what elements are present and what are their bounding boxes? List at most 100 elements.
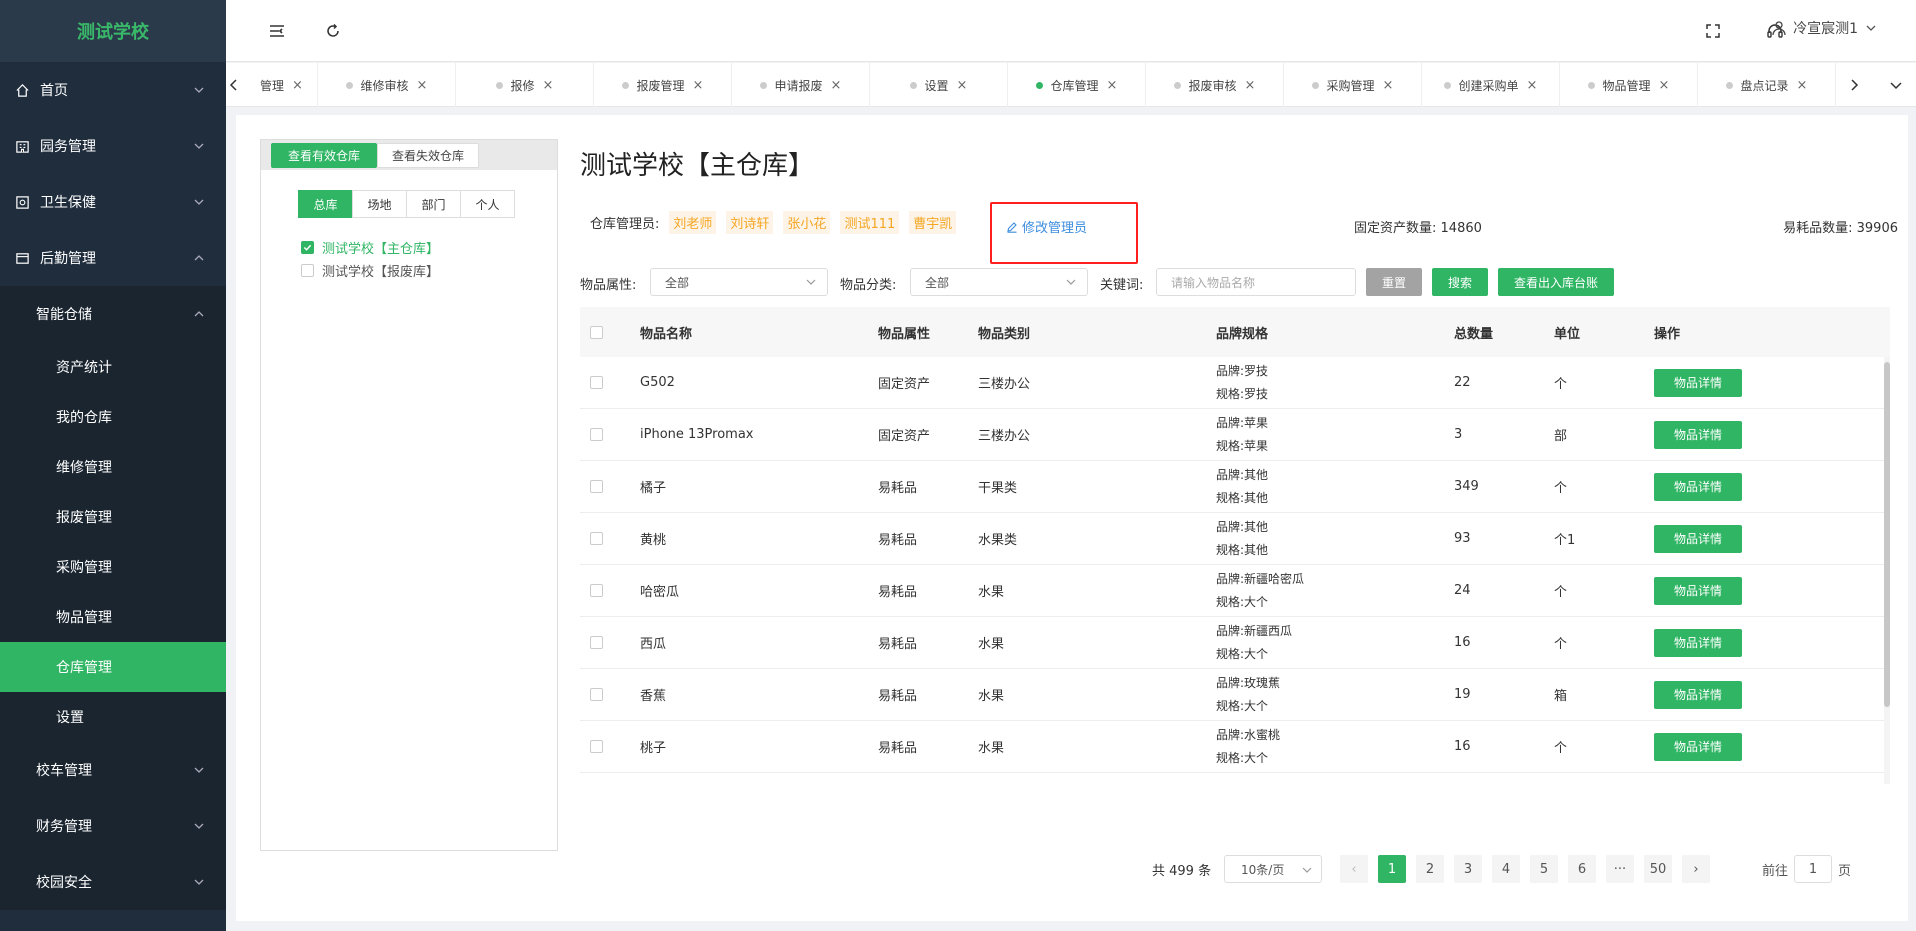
tab-item[interactable]: 创建采购单 ×	[1422, 63, 1560, 107]
page-number[interactable]: 5	[1530, 855, 1558, 883]
close-icon[interactable]: ×	[417, 78, 428, 93]
sidebar-item-logistics[interactable]: 后勤管理	[0, 230, 226, 286]
close-icon[interactable]: ×	[693, 78, 704, 93]
tab-dot-icon	[759, 81, 767, 89]
view-invalid-warehouses-button[interactable]: 查看失效仓库	[377, 143, 479, 168]
prev-page-icon[interactable]: ‹	[1340, 855, 1368, 883]
tree-item-scrap-warehouse[interactable]: 测试学校【报废库】	[301, 261, 439, 280]
page-number[interactable]: 3	[1454, 855, 1482, 883]
item-detail-button[interactable]: 物品详情	[1654, 524, 1742, 553]
segment-venue[interactable]: 场地	[352, 190, 407, 218]
page-number[interactable]: 4	[1492, 855, 1520, 883]
item-detail-button[interactable]: 物品详情	[1654, 732, 1742, 761]
sidebar-item-home[interactable]: 首页	[0, 62, 226, 118]
checkbox[interactable]	[590, 740, 603, 753]
tab-item[interactable]: 报修 ×	[456, 63, 594, 107]
search-button[interactable]: 搜索	[1432, 268, 1488, 296]
checkbox[interactable]	[590, 636, 603, 649]
page-number[interactable]: 1	[1378, 855, 1406, 883]
page-number[interactable]: 2	[1416, 855, 1444, 883]
sidebar-item-scrap[interactable]: 报废管理	[0, 492, 226, 542]
tab-item[interactable]: 管理 ×	[246, 63, 318, 107]
close-icon[interactable]: ×	[1383, 78, 1394, 93]
item-detail-button[interactable]: 物品详情	[1654, 472, 1742, 501]
tab-item[interactable]: 采购管理 ×	[1284, 63, 1422, 107]
fullscreen-icon[interactable]	[1702, 20, 1724, 42]
page-size-box[interactable]: 10条/页	[1224, 855, 1322, 883]
segment-main[interactable]: 总库	[298, 190, 353, 218]
goto-page-input[interactable]: 1	[1794, 855, 1833, 883]
close-icon[interactable]: ×	[957, 78, 968, 93]
checkbox[interactable]	[590, 480, 603, 493]
sidebar-item-goods[interactable]: 物品管理	[0, 592, 226, 642]
item-detail-button[interactable]: 物品详情	[1654, 368, 1742, 397]
spec-text: 规格:大个	[1216, 750, 1269, 765]
tabs-menu-chevron-icon[interactable]	[1882, 63, 1910, 107]
tree-item-main-warehouse[interactable]: 测试学校【主仓库】	[301, 238, 439, 257]
checkbox[interactable]	[590, 532, 603, 545]
tab-item[interactable]: 盘点记录 ×	[1698, 63, 1836, 107]
view-ledger-button[interactable]: 查看出入库台账	[1498, 268, 1614, 296]
sidebar-item-my-warehouse[interactable]: 我的仓库	[0, 392, 226, 442]
tabs-scroll-right-icon[interactable]	[1840, 63, 1868, 107]
segment-department[interactable]: 部门	[406, 190, 461, 218]
close-icon[interactable]: ×	[831, 78, 842, 93]
sidebar-item-warehouse[interactable]: 仓库管理	[0, 642, 226, 692]
checkbox[interactable]	[590, 584, 603, 597]
close-icon[interactable]: ×	[543, 78, 554, 93]
tab-item[interactable]: 维修审核 ×	[318, 63, 456, 107]
page-number[interactable]: 6	[1568, 855, 1596, 883]
segment-personal[interactable]: 个人	[460, 190, 515, 218]
tab-item[interactable]: 申请报废 ×	[732, 63, 870, 107]
sidebar-item-finance[interactable]: 财务管理	[0, 798, 226, 854]
sidebar-item-health[interactable]: 卫生保健	[0, 174, 226, 230]
page-size-select[interactable]: 10条/页	[1224, 855, 1322, 883]
tabs-scroll-left-icon[interactable]	[220, 63, 248, 107]
close-icon[interactable]: ×	[292, 78, 303, 93]
menu-toggle-icon[interactable]	[266, 20, 288, 42]
tab-item[interactable]: 报废管理 ×	[594, 63, 732, 107]
cell-brand-spec: 品牌:其他 规格:其他	[1216, 513, 1268, 564]
checkbox[interactable]	[301, 264, 314, 277]
checkbox[interactable]	[590, 325, 603, 339]
tab-item[interactable]: 报废审核 ×	[1146, 63, 1284, 107]
checkbox[interactable]	[590, 428, 603, 441]
tab-dot-icon	[1587, 81, 1595, 89]
page-ellipsis[interactable]: ···	[1606, 855, 1634, 883]
select-all-checkbox[interactable]	[590, 307, 603, 357]
tab-item[interactable]: 物品管理 ×	[1560, 63, 1698, 107]
page-number[interactable]: 50	[1644, 855, 1672, 883]
table-scrollbar-thumb[interactable]	[1884, 362, 1890, 707]
sidebar-item-school-bus[interactable]: 校车管理	[0, 742, 226, 798]
close-icon[interactable]: ×	[1659, 78, 1670, 93]
item-detail-button[interactable]: 物品详情	[1654, 628, 1742, 657]
close-icon[interactable]: ×	[1107, 78, 1118, 93]
sidebar-item-settings[interactable]: 设置	[0, 692, 226, 742]
close-icon[interactable]: ×	[1527, 78, 1538, 93]
category-select[interactable]: 全部	[910, 268, 1088, 296]
sidebar-item-safety[interactable]: 校园安全	[0, 854, 226, 910]
sidebar-item-smart-storage[interactable]: 智能仓储	[0, 286, 226, 342]
tab-label: 物品管理	[1602, 78, 1651, 93]
close-icon[interactable]: ×	[1797, 78, 1808, 93]
next-page-icon[interactable]: ›	[1682, 855, 1710, 883]
tab-item[interactable]: 设置 ×	[870, 63, 1008, 107]
sidebar-item-purchase[interactable]: 采购管理	[0, 542, 226, 592]
reset-button[interactable]: 重置	[1366, 268, 1422, 296]
sidebar-item-garden[interactable]: 园务管理	[0, 118, 226, 174]
keyword-input[interactable]: 请输入物品名称	[1156, 268, 1356, 296]
item-detail-button[interactable]: 物品详情	[1654, 576, 1742, 605]
refresh-icon[interactable]	[322, 20, 344, 42]
user-menu[interactable]: 冷宣宸测1	[1771, 18, 1878, 38]
sidebar-item-repair[interactable]: 维修管理	[0, 442, 226, 492]
checkbox[interactable]	[590, 688, 603, 701]
close-icon[interactable]: ×	[1245, 78, 1256, 93]
attr-select[interactable]: 全部	[650, 268, 828, 296]
item-detail-button[interactable]: 物品详情	[1654, 680, 1742, 709]
sidebar-item-asset-stats[interactable]: 资产统计	[0, 342, 226, 392]
checkbox[interactable]	[590, 376, 603, 389]
tab-item-active[interactable]: 仓库管理 ×	[1008, 63, 1146, 107]
view-valid-warehouses-button[interactable]: 查看有效仓库	[271, 143, 377, 168]
item-detail-button[interactable]: 物品详情	[1654, 420, 1742, 449]
checkbox-checked-icon[interactable]	[301, 241, 314, 254]
